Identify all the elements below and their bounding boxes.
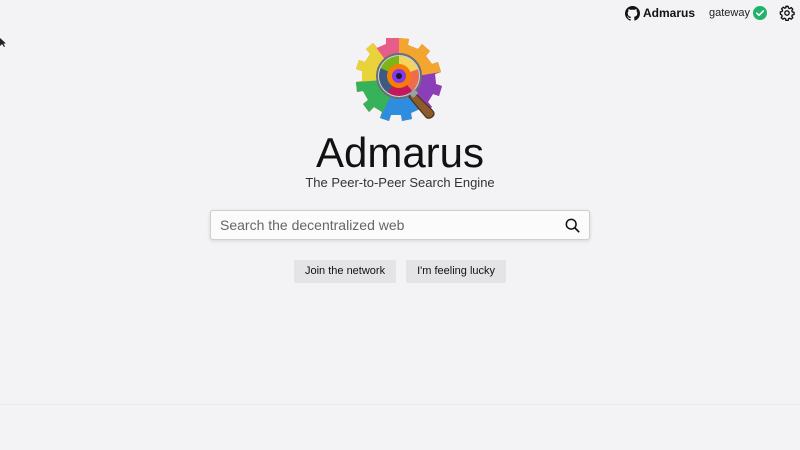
mouse-cursor-icon bbox=[0, 38, 6, 47]
page-title: Admarus bbox=[315, 129, 485, 176]
gear-icon[interactable] bbox=[779, 5, 795, 21]
magnifier-logo bbox=[356, 38, 442, 121]
check-circle-icon bbox=[753, 6, 767, 20]
github-link-label: Admarus bbox=[643, 6, 696, 20]
search-box bbox=[210, 210, 590, 240]
divider bbox=[0, 404, 800, 405]
github-link[interactable]: Admarus bbox=[625, 5, 696, 21]
gateway-status[interactable]: gateway bbox=[709, 6, 767, 20]
search-button[interactable] bbox=[559, 212, 585, 238]
feeling-lucky-button[interactable]: I'm feeling lucky bbox=[406, 260, 507, 283]
gateway-label: gateway bbox=[709, 7, 750, 19]
top-bar: Admarus gateway bbox=[625, 4, 795, 22]
github-icon bbox=[625, 5, 640, 21]
search-icon bbox=[565, 218, 580, 233]
page-subtitle: The Peer-to-Peer Search Engine bbox=[305, 175, 495, 190]
search-input[interactable] bbox=[211, 212, 559, 238]
join-network-button[interactable]: Join the network bbox=[293, 260, 397, 283]
action-buttons: Join the network I'm feeling lucky bbox=[0, 260, 800, 283]
